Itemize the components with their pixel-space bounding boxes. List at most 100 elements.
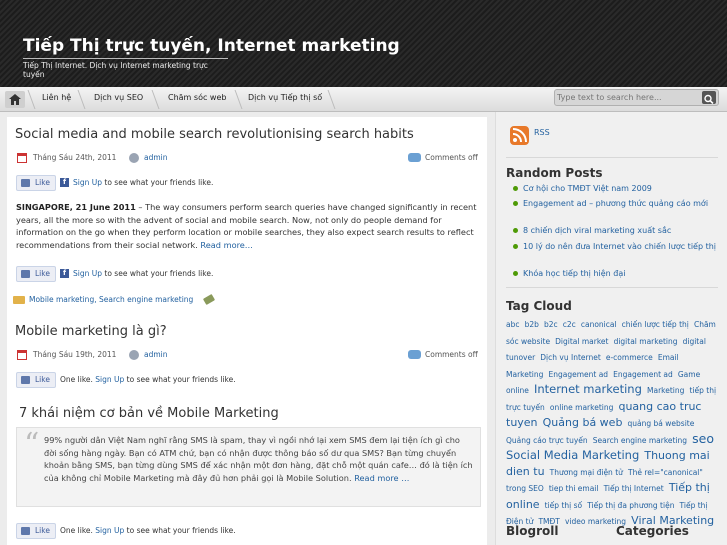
tag-link[interactable]: online marketing — [550, 403, 613, 412]
facebook-like-button[interactable]: Like — [16, 523, 56, 539]
tag-link[interactable]: Quảng bá web — [543, 416, 623, 429]
post-title[interactable]: Mobile marketing là gì? — [15, 324, 167, 339]
facebook-signup-text: to see what your friends like. — [102, 269, 214, 278]
search-box — [554, 89, 719, 106]
quote-text: 99% người dân Việt Nam nghĩ rằng SMS là … — [44, 434, 474, 484]
categories-heading: Categories — [616, 524, 689, 538]
home-icon — [9, 94, 21, 105]
nav-item-seo[interactable]: Dịch vụ SEO — [94, 93, 143, 102]
post-excerpt: SINGAPORE, 21 June 2011 – The way consum… — [16, 201, 481, 251]
tag-link[interactable]: chiến lược tiếp thị — [622, 320, 689, 329]
like-label: Like — [35, 178, 50, 187]
main-content: Social media and mobile search revolutio… — [7, 117, 487, 545]
quote-icon: “ — [24, 427, 40, 462]
facebook-signup-text: to see what your friends like. — [102, 178, 214, 187]
author-icon — [129, 350, 139, 360]
facebook-icon: f — [60, 178, 69, 187]
divider — [506, 157, 718, 158]
post-title[interactable]: Social media and mobile search revolutio… — [15, 127, 414, 142]
read-more-link[interactable]: Read more … — [354, 473, 409, 483]
nav-item-digital-marketing[interactable]: Dịch vụ Tiếp thị số — [248, 93, 322, 102]
tag-link[interactable]: Internet marketing — [534, 382, 642, 396]
tag-link[interactable]: Digital market — [555, 337, 608, 346]
facebook-signup-link[interactable]: Sign Up — [73, 178, 102, 187]
site-header: Tiếp Thị trực tuyến, Internet marketing … — [0, 0, 727, 87]
facebook-like-button[interactable]: Like — [16, 175, 56, 191]
sidebar: RSS Random Posts Cơ hội cho TMĐT Việt na… — [495, 112, 727, 545]
facebook-signup-text: to see what your friends like. — [124, 375, 236, 384]
like-label: Like — [35, 269, 50, 278]
tag-link[interactable]: Thẻ rel="canonical" — [628, 468, 703, 477]
facebook-signup-link[interactable]: Sign Up — [73, 269, 102, 278]
tag-link[interactable]: e-commerce — [606, 353, 653, 362]
random-post-link[interactable]: 8 chiến dịch viral marketing xuất sắc — [513, 225, 718, 237]
tag-link[interactable]: Engagement ad — [613, 370, 673, 379]
nav-separator — [229, 90, 243, 109]
nav-home-button[interactable] — [5, 91, 25, 108]
facebook-like-button[interactable]: Like — [16, 266, 56, 282]
tag-icon — [202, 293, 216, 306]
facebook-signup-text: to see what your friends like. — [124, 526, 236, 535]
facebook-icon: f — [60, 269, 69, 278]
calendar-icon — [17, 350, 27, 360]
search-input[interactable] — [557, 91, 697, 104]
tag-link[interactable]: b2c — [544, 320, 558, 329]
tag-link[interactable]: Marketing — [647, 386, 684, 395]
folder-icon — [13, 296, 25, 304]
post-date: Tháng Sáu 24th, 2011 — [33, 153, 117, 162]
like-count-text: One like. — [60, 375, 96, 384]
site-title[interactable]: Tiếp Thị trực tuyến, Internet marketing — [23, 36, 400, 56]
post-categories[interactable]: Mobile marketing, Search engine marketin… — [29, 295, 193, 304]
random-post-link[interactable]: Cơ hội cho TMĐT Việt nam 2009 — [513, 183, 718, 195]
tag-link[interactable]: Tiếp thị Internet — [604, 484, 664, 493]
search-button[interactable] — [702, 91, 716, 105]
random-post-link[interactable]: Khóa học tiếp thị hiện đại — [513, 268, 718, 280]
tag-link[interactable]: digital marketing — [614, 337, 678, 346]
comments-icon — [408, 153, 421, 162]
calendar-icon — [17, 153, 27, 163]
tag-link[interactable]: Dịch vụ Internet — [540, 353, 600, 362]
tag-link[interactable]: c2c — [563, 320, 576, 329]
tag-link[interactable]: tiep thi email — [549, 484, 599, 493]
tag-cloud-heading: Tag Cloud — [506, 299, 572, 313]
tag-link[interactable]: Social Media Marketing — [506, 448, 639, 462]
post-comments: Comments off — [425, 350, 478, 359]
nav-separator — [146, 90, 160, 109]
post-comments: Comments off — [425, 153, 478, 162]
tag-link[interactable]: Tiếp thị đa phương tiện — [587, 501, 674, 510]
rss-glyph-icon — [512, 128, 527, 143]
divider — [506, 287, 718, 288]
random-post-link[interactable]: Engagement ad – phương thức quảng cáo mớ… — [513, 198, 718, 210]
random-post-link[interactable]: 10 lý do nên đưa Internet vào chiến lược… — [513, 241, 718, 253]
rss-link[interactable]: RSS — [534, 128, 550, 137]
tag-link[interactable]: seo — [692, 431, 714, 446]
blogroll-heading: Blogroll — [506, 524, 559, 538]
tag-link[interactable]: b2b — [525, 320, 539, 329]
tag-link[interactable]: Quảng cáo trực tuyến — [506, 436, 588, 445]
tag-link[interactable]: Search engine marketing — [593, 436, 687, 445]
tag-link[interactable]: tiếp thị số — [545, 501, 582, 510]
tag-link[interactable]: Thương mại điện tử — [550, 468, 623, 477]
facebook-signup-link[interactable]: Sign Up — [95, 526, 124, 535]
like-label: Like — [35, 526, 50, 535]
tag-link[interactable]: canonical — [581, 320, 617, 329]
tag-link[interactable]: quảng bá website — [628, 419, 695, 428]
nav-item-contact[interactable]: Liên hệ — [42, 93, 71, 102]
tag-link[interactable]: abc — [506, 320, 519, 329]
post-quote: “ 99% người dân Việt Nam nghĩ rằng SMS l… — [16, 427, 481, 507]
post-author-link[interactable]: admin — [144, 153, 168, 162]
tag-link[interactable]: Engagement ad — [548, 370, 608, 379]
like-label: Like — [35, 375, 50, 384]
nav-item-web-care[interactable]: Chăm sóc web — [168, 93, 226, 102]
facebook-like-button[interactable]: Like — [16, 372, 56, 388]
tag-link[interactable]: trong SEO — [506, 484, 544, 493]
read-more-link[interactable]: Read more… — [200, 240, 253, 250]
post-author-link[interactable]: admin — [144, 350, 168, 359]
facebook-signup-link[interactable]: Sign Up — [95, 375, 124, 384]
author-icon — [129, 153, 139, 163]
excerpt-lead: SINGAPORE, 21 June 2011 — [16, 202, 136, 212]
tag-link[interactable]: trực tuyến — [506, 403, 545, 412]
rss-icon[interactable] — [510, 126, 529, 145]
tag-link[interactable]: tiếp thị — [689, 386, 716, 395]
comments-icon — [408, 350, 421, 359]
